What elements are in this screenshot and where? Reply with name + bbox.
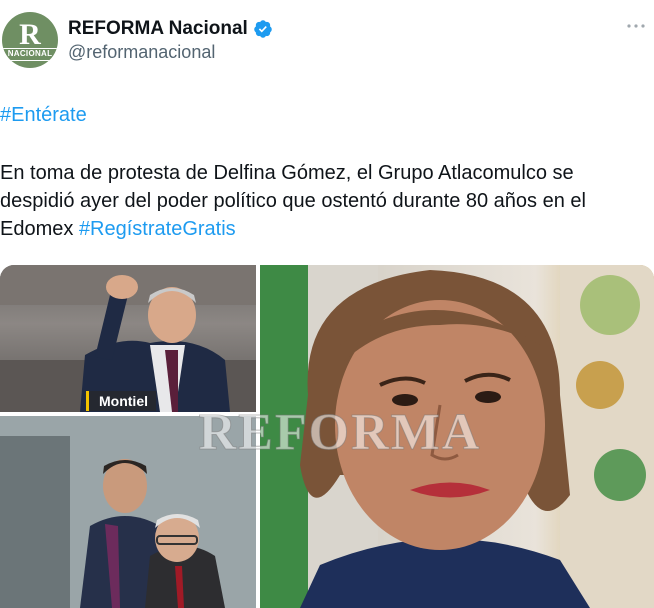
avatar-subtext: NACIONAL <box>2 48 58 61</box>
photo-montiel[interactable]: Montiel <box>0 265 256 412</box>
verified-badge-icon <box>254 20 272 38</box>
hashtag-link-registrate[interactable]: #RegístrateGratis <box>79 218 236 240</box>
account-handle[interactable]: @reformanacional <box>68 42 215 63</box>
photo-montiel-illustration <box>0 265 256 412</box>
photo-caption: Montiel <box>86 391 156 411</box>
tweet-text: En toma de protesta de Delfina Gómez, el… <box>0 159 640 243</box>
watermark-logo: REFORMA <box>198 404 482 462</box>
media-grid[interactable]: Montiel REFORMA <box>0 265 654 608</box>
more-options-icon[interactable] <box>624 18 648 34</box>
avatar[interactable]: R NACIONAL <box>2 12 58 68</box>
avatar-letter: R <box>19 18 41 51</box>
name-row: REFORMA Nacional <box>68 18 273 40</box>
tweet-header: R NACIONAL REFORMA Nacional @reformanaci… <box>0 0 654 80</box>
hashtag-link[interactable]: #Entérate <box>0 104 87 127</box>
account-name[interactable]: REFORMA Nacional <box>68 18 248 40</box>
